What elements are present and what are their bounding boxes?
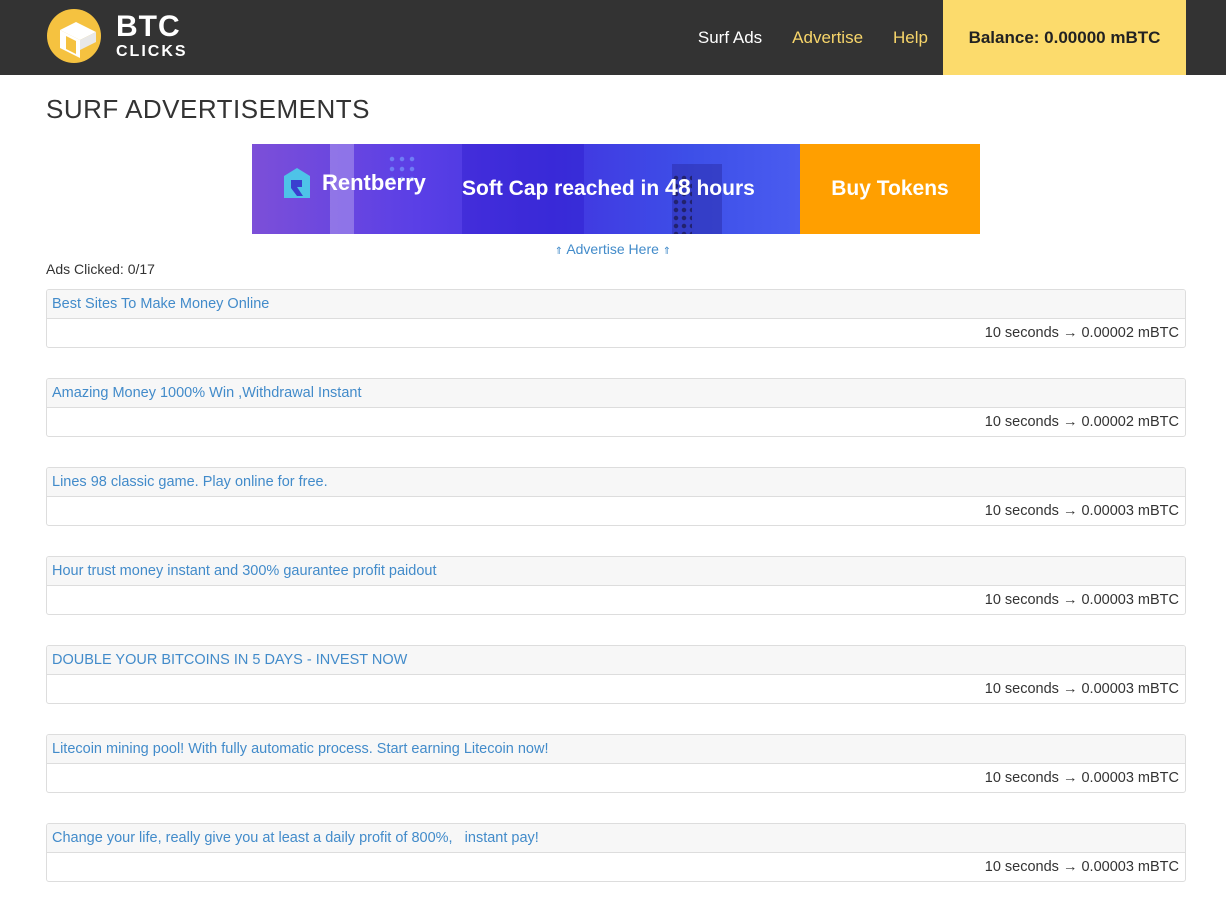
ad-panel: Litecoin mining pool! With fully automat… bbox=[46, 734, 1186, 793]
up-arrow-icon: ⇑ bbox=[662, 246, 672, 257]
ad-reward: 10 seconds → 0.00003 mBTC bbox=[984, 592, 1179, 608]
advertise-here-label: Advertise Here bbox=[566, 241, 659, 257]
logo-line-btc: BTC bbox=[116, 10, 181, 43]
rentberry-banner-ad[interactable]: Rentberry Soft Cap reached in 48 hours B… bbox=[252, 144, 980, 234]
ad-panel: Hour trust money instant and 300% gauran… bbox=[46, 556, 1186, 615]
balance-display[interactable]: Balance: 0.00000 mBTC bbox=[943, 0, 1186, 75]
banner-headline: Soft Cap reached in 48 hours bbox=[462, 174, 755, 201]
banner-artwork: Rentberry Soft Cap reached in 48 hours bbox=[252, 144, 800, 234]
ad-list: Best Sites To Make Money Online 10 secon… bbox=[46, 289, 1186, 897]
logo-line-clicks: CLICKS bbox=[116, 43, 188, 60]
rentberry-logo-icon bbox=[282, 166, 312, 200]
ad-panel: Change your life, really give you at lea… bbox=[46, 823, 1186, 882]
ad-panel: Best Sites To Make Money Online 10 secon… bbox=[46, 289, 1186, 348]
ad-reward: 10 seconds → 0.00003 mBTC bbox=[984, 770, 1179, 786]
ad-title-link[interactable]: Hour trust money instant and 300% gauran… bbox=[47, 557, 1185, 586]
nav-help[interactable]: Help bbox=[878, 0, 943, 75]
banner-buy-tokens-button[interactable]: Buy Tokens bbox=[800, 144, 980, 234]
ad-title-link[interactable]: DOUBLE YOUR BITCOINS IN 5 DAYS - INVEST … bbox=[47, 646, 1185, 675]
ad-panel: Amazing Money 1000% Win ,Withdrawal Inst… bbox=[46, 378, 1186, 437]
ad-panel: Lines 98 classic game. Play online for f… bbox=[46, 467, 1186, 526]
ad-reward: 10 seconds → 0.00003 mBTC bbox=[984, 503, 1179, 519]
ad-panel: DOUBLE YOUR BITCOINS IN 5 DAYS - INVEST … bbox=[46, 645, 1186, 704]
ads-clicked-counter: Ads Clicked: 0/17 bbox=[46, 261, 155, 277]
ad-reward: 10 seconds → 0.00003 mBTC bbox=[984, 859, 1179, 875]
ad-reward: 10 seconds → 0.00002 mBTC bbox=[984, 414, 1179, 430]
page-title: SURF ADVERTISEMENTS bbox=[46, 94, 370, 124]
up-arrow-icon: ⇑ bbox=[554, 246, 564, 257]
ad-title-link[interactable]: Change your life, really give you at lea… bbox=[47, 824, 1185, 853]
btc-clicks-logo-icon bbox=[46, 8, 102, 64]
logo-wordmark: BTC CLICKS bbox=[116, 12, 188, 60]
main-nav: Surf Ads Advertise Help Balance: 0.00000… bbox=[683, 0, 1186, 75]
advertise-here-link[interactable]: ⇑ Advertise Here ⇑ bbox=[0, 241, 1226, 257]
site-logo[interactable]: BTC CLICKS bbox=[46, 8, 188, 64]
nav-advertise[interactable]: Advertise bbox=[777, 0, 878, 75]
banner-brand-name: Rentberry bbox=[322, 170, 426, 195]
banner-headline-suffix: hours bbox=[696, 177, 755, 200]
ad-reward: 10 seconds → 0.00003 mBTC bbox=[984, 681, 1179, 697]
ad-title-link[interactable]: Amazing Money 1000% Win ,Withdrawal Inst… bbox=[47, 379, 1185, 408]
ad-title-link[interactable]: Litecoin mining pool! With fully automat… bbox=[47, 735, 1185, 764]
banner-brand: Rentberry bbox=[282, 166, 426, 200]
banner-headline-number: 48 bbox=[665, 174, 691, 200]
ad-title-link[interactable]: Best Sites To Make Money Online bbox=[47, 290, 1185, 319]
ad-reward: 10 seconds → 0.00002 mBTC bbox=[984, 325, 1179, 341]
top-navbar: BTC CLICKS Surf Ads Advertise Help Balan… bbox=[0, 0, 1226, 75]
banner-headline-prefix: Soft Cap reached in bbox=[462, 177, 660, 200]
ad-title-link[interactable]: Lines 98 classic game. Play online for f… bbox=[47, 468, 1185, 497]
nav-surf-ads[interactable]: Surf Ads bbox=[683, 0, 777, 75]
